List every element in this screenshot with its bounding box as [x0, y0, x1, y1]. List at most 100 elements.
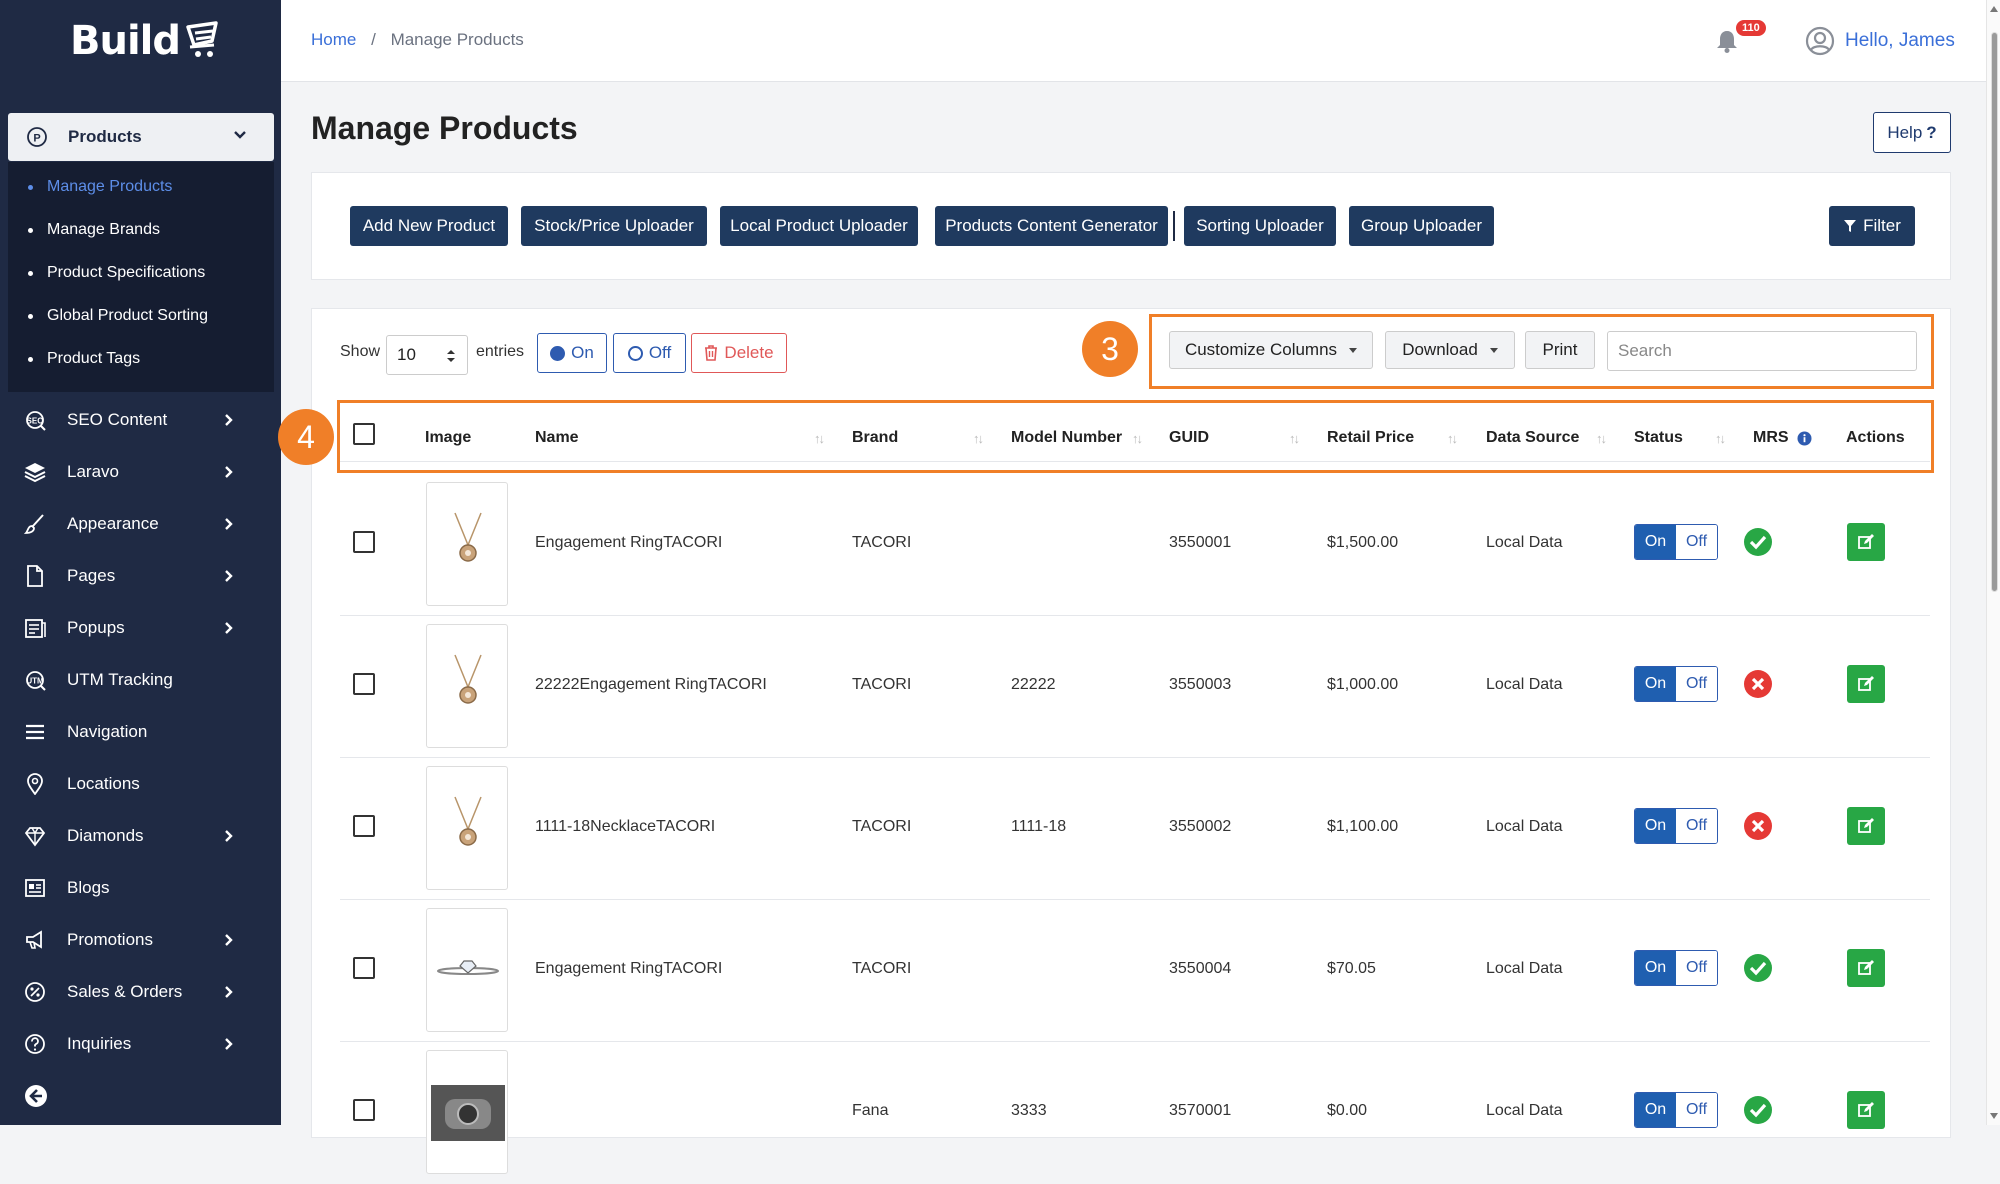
scroll-down-icon[interactable]: [1990, 1113, 1998, 1119]
entries-per-page-select[interactable]: 10: [386, 335, 468, 375]
sidebar-subitem-product-specifications[interactable]: Product Specifications: [28, 264, 205, 282]
group-uploader-button[interactable]: Group Uploader: [1349, 206, 1494, 246]
status-on-label[interactable]: On: [1635, 1093, 1676, 1127]
sort-icon[interactable]: ↑↓: [1596, 431, 1607, 446]
sidebar-subitem-global-product-sorting[interactable]: Global Product Sorting: [28, 307, 208, 325]
row-checkbox[interactable]: [353, 957, 375, 979]
bulk-off-button[interactable]: Off: [613, 333, 686, 373]
sidebar-item-utm-tracking[interactable]: UTM UTM Tracking: [0, 660, 281, 700]
filter-label: Filter: [1863, 216, 1901, 235]
row-checkbox[interactable]: [353, 673, 375, 695]
row-brand: TACORI: [852, 534, 912, 551]
caret-down-icon: [1349, 347, 1358, 353]
sort-icon[interactable]: ↑↓: [1132, 431, 1143, 446]
add-new-product-button[interactable]: Add New Product: [350, 206, 508, 246]
sidebar-item-pages[interactable]: Pages: [0, 556, 281, 596]
scroll-up-icon[interactable]: [1990, 6, 1998, 12]
sidebar-item-popups[interactable]: Popups: [0, 608, 281, 648]
product-thumbnail[interactable]: [426, 908, 508, 1032]
status-on-label[interactable]: On: [1635, 951, 1676, 985]
column-header-retail-price[interactable]: Retail Price: [1327, 429, 1414, 447]
column-header-name[interactable]: Name: [535, 429, 579, 447]
row-name[interactable]: Engagement RingTACORI: [535, 960, 722, 978]
sidebar-item-sales-orders[interactable]: Sales & Orders: [0, 972, 281, 1012]
sidebar-subitem-product-tags[interactable]: Product Tags: [28, 350, 140, 368]
products-content-generator-button[interactable]: Products Content Generator: [935, 206, 1168, 246]
table-search-input[interactable]: [1607, 331, 1917, 371]
status-off-label[interactable]: Off: [1676, 525, 1717, 559]
sidebar-item-appearance[interactable]: Appearance: [0, 504, 281, 544]
sidebar-item-seo-content[interactable]: SEO SEO Content: [0, 400, 281, 440]
local-product-uploader-button[interactable]: Local Product Uploader: [720, 206, 918, 246]
row-status-toggle[interactable]: On Off: [1634, 808, 1718, 844]
status-on-label[interactable]: On: [1635, 667, 1676, 701]
info-icon[interactable]: [1797, 431, 1812, 446]
column-header-data-source[interactable]: Data Source: [1486, 429, 1579, 447]
user-menu[interactable]: Hello, James: [1805, 26, 1955, 56]
stock-price-uploader-button[interactable]: Stock/Price Uploader: [521, 206, 707, 246]
download-button[interactable]: Download: [1385, 331, 1515, 369]
customize-columns-button[interactable]: Customize Columns: [1169, 331, 1373, 369]
filter-button[interactable]: Filter: [1829, 206, 1915, 246]
sort-icon[interactable]: ↑↓: [1715, 431, 1726, 446]
sidebar-item-navigation[interactable]: Navigation: [0, 712, 281, 752]
status-off-label[interactable]: Off: [1676, 809, 1717, 843]
help-button[interactable]: Help ?: [1873, 112, 1951, 153]
sidebar-item-inquiries[interactable]: Inquiries: [0, 1024, 281, 1064]
sidebar-item-promotions[interactable]: Promotions: [0, 920, 281, 960]
product-thumbnail[interactable]: [426, 1050, 508, 1174]
row-name[interactable]: 22222Engagement RingTACORI: [535, 676, 767, 694]
page-scrollbar[interactable]: [1986, 0, 2000, 1125]
column-header-image[interactable]: Image: [425, 429, 471, 447]
column-header-guid[interactable]: GUID: [1169, 429, 1209, 447]
row-name[interactable]: Engagement RingTACORI: [535, 534, 722, 552]
sort-icon[interactable]: ↑↓: [1447, 431, 1458, 446]
sidebar-item-locations[interactable]: Locations: [0, 764, 281, 804]
collapse-sidebar-icon[interactable]: [24, 1084, 48, 1108]
product-thumbnail[interactable]: [426, 482, 508, 606]
scrollbar-thumb[interactable]: [1991, 32, 1998, 592]
row-status-toggle[interactable]: On Off: [1634, 666, 1718, 702]
row-data-source: Local Data: [1486, 534, 1563, 551]
select-all-checkbox[interactable]: [353, 423, 375, 445]
sidebar-item-laravo[interactable]: Laravo: [0, 452, 281, 492]
sort-icon[interactable]: ↑↓: [814, 431, 825, 446]
bulk-on-button[interactable]: On: [537, 333, 607, 373]
status-off-label[interactable]: Off: [1676, 667, 1717, 701]
edit-button[interactable]: [1847, 665, 1885, 703]
status-on-label[interactable]: On: [1635, 809, 1676, 843]
row-status-toggle[interactable]: On Off: [1634, 1092, 1718, 1128]
row-status-toggle[interactable]: On Off: [1634, 524, 1718, 560]
status-off-label[interactable]: Off: [1676, 951, 1717, 985]
edit-button[interactable]: [1847, 949, 1885, 987]
sorting-uploader-button[interactable]: Sorting Uploader: [1184, 206, 1336, 246]
row-name[interactable]: 1111-18NecklaceTACORI: [535, 818, 715, 836]
print-button[interactable]: Print: [1525, 331, 1595, 369]
sort-icon[interactable]: ↑↓: [1289, 431, 1300, 446]
sidebar-subitem-manage-brands[interactable]: Manage Brands: [28, 221, 160, 239]
product-thumbnail[interactable]: [426, 766, 508, 890]
app-logo[interactable]: Build: [70, 18, 222, 64]
row-checkbox[interactable]: [353, 815, 375, 837]
product-thumbnail[interactable]: [426, 624, 508, 748]
sidebar-item-blogs[interactable]: Blogs: [0, 868, 281, 908]
edit-button[interactable]: [1847, 1091, 1885, 1129]
row-status-toggle[interactable]: On Off: [1634, 950, 1718, 986]
status-off-label[interactable]: Off: [1676, 1093, 1717, 1127]
column-header-status[interactable]: Status: [1634, 429, 1683, 447]
sort-icon[interactable]: ↑↓: [973, 431, 984, 446]
row-checkbox[interactable]: [353, 531, 375, 553]
edit-button[interactable]: [1847, 523, 1885, 561]
column-header-model-number[interactable]: Model Number: [1011, 429, 1122, 447]
sidebar-item-diamonds[interactable]: Diamonds: [0, 816, 281, 856]
edit-button[interactable]: [1847, 807, 1885, 845]
breadcrumb-home-link[interactable]: Home: [311, 30, 356, 49]
trash-icon: [705, 345, 718, 361]
row-checkbox[interactable]: [353, 1099, 375, 1121]
bulk-delete-button[interactable]: Delete: [691, 333, 787, 373]
column-header-brand[interactable]: Brand: [852, 429, 898, 447]
sidebar-item-products[interactable]: P Products: [8, 113, 274, 161]
column-header-mrs[interactable]: MRS: [1753, 429, 1812, 447]
sidebar-subitem-manage-products[interactable]: Manage Products: [28, 178, 172, 196]
status-on-label[interactable]: On: [1635, 525, 1676, 559]
